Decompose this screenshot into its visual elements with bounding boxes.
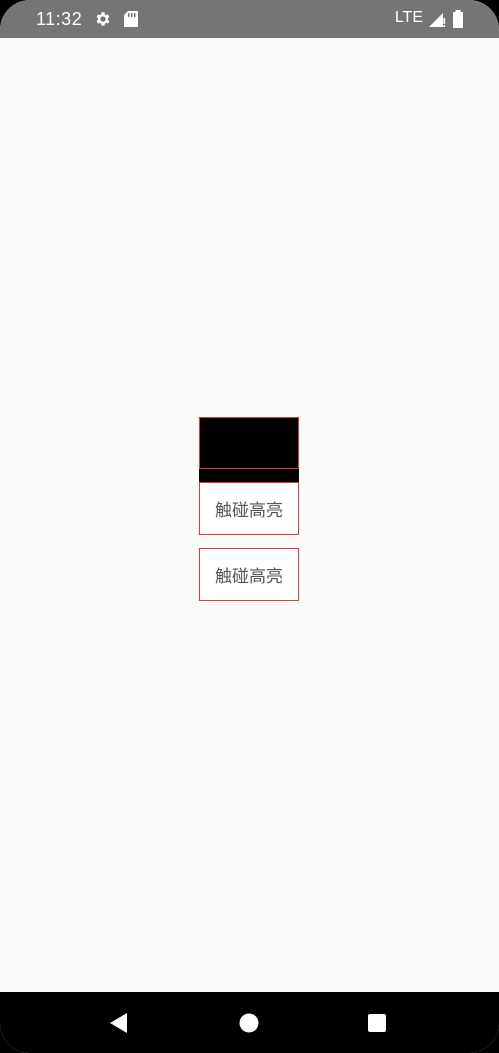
recents-icon[interactable] [364, 1010, 390, 1036]
button-label: 触碰高亮 [215, 567, 283, 587]
battery-icon [452, 10, 470, 28]
status-bar: 11:32 LTE [0, 0, 499, 38]
signal-icon [428, 10, 446, 28]
gear-icon [94, 10, 112, 28]
phone-screen: 11:32 LTE 触碰高亮 触碰高亮 [0, 0, 499, 1053]
home-icon[interactable] [236, 1010, 262, 1036]
sd-card-icon [123, 10, 141, 28]
back-icon[interactable] [106, 1010, 132, 1036]
touch-highlight-button-2[interactable]: 触碰高亮 [199, 548, 299, 601]
navigation-bar [0, 992, 499, 1053]
button-label: 触碰高亮 [215, 501, 283, 521]
touch-highlight-button-1[interactable]: 触碰高亮 [199, 482, 299, 535]
status-time: 11:32 [36, 9, 83, 29]
black-view [199, 417, 299, 469]
black-strip [199, 469, 299, 482]
network-type: LTE [394, 9, 423, 26]
main-content: 触碰高亮 触碰高亮 [0, 38, 499, 992]
